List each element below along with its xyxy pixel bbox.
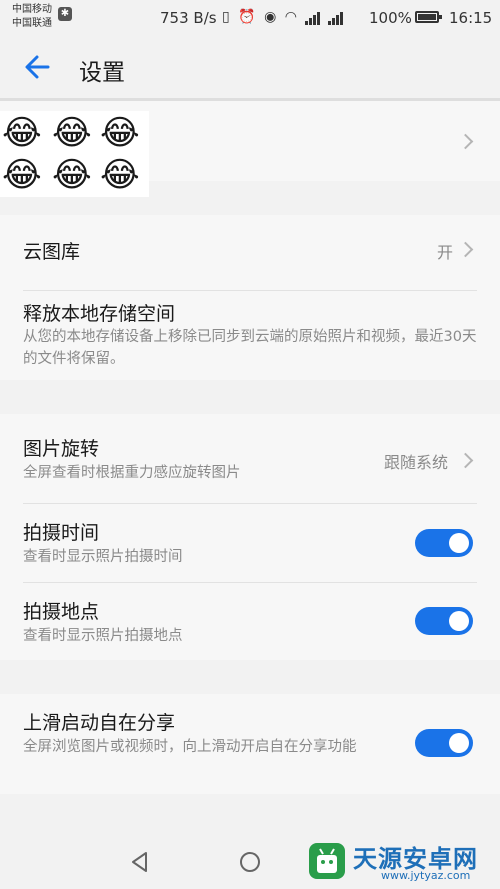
shoot-time-toggle[interactable] <box>415 529 473 557</box>
carrier-2: 中国联通 <box>12 18 52 29</box>
cloud-gallery-value: 开 <box>437 243 454 262</box>
image-rotation-title: 图片旋转 <box>23 438 100 460</box>
image-rotation-value: 跟随系统 <box>384 453 449 472</box>
circle-home-icon[interactable] <box>240 852 260 872</box>
swipe-share-toggle[interactable] <box>415 729 473 757</box>
chevron-right-icon <box>457 133 474 150</box>
avatar: 😂 😂 😂 😂 😂 😂 <box>0 111 149 197</box>
free-storage-description: 从您的本地存储设备上移除已同步到云端的原始照片和视频，最近30天的文件将保留。 <box>23 329 477 367</box>
carrier-1: 中国移动 <box>12 4 52 15</box>
laughing-emoji-icon: 😂 <box>2 113 42 153</box>
network-speed: 753 B/s <box>160 9 217 27</box>
page-title: 设置 <box>79 60 125 86</box>
free-storage-row[interactable]: 释放本地存储空间 从您的本地存储设备上移除已同步到云端的原始照片和视频，最近30… <box>0 291 500 380</box>
cloud-section: 云图库 开 释放本地存储空间 从您的本地存储设备上移除已同步到云端的原始照片和视… <box>0 215 500 380</box>
swipe-share-description: 全屏浏览图片或视频时，向上滑动开启自在分享功能 <box>23 739 357 755</box>
laughing-emoji-icon: 😂 <box>2 155 42 195</box>
arrow-left-icon <box>25 55 50 79</box>
share-section: 上滑启动自在分享 全屏浏览图片或视频时，向上滑动开启自在分享功能 <box>0 694 500 794</box>
image-rotation-row[interactable]: 图片旋转 全屏查看时根据重力感应旋转图片 跟随系统 <box>0 414 500 502</box>
cloud-gallery-row[interactable]: 云图库 开 <box>0 215 500 290</box>
shoot-place-title: 拍摄地点 <box>23 601 100 623</box>
shoot-time-row: 拍摄时间 查看时显示照片拍摄时间 <box>0 504 500 582</box>
shoot-place-description: 查看时显示照片拍摄地点 <box>23 628 183 644</box>
alarm-icon: ⏰ <box>238 9 258 25</box>
battery-icon <box>415 11 442 23</box>
shoot-time-title: 拍摄时间 <box>23 522 100 544</box>
back-button[interactable] <box>18 50 58 84</box>
toggle-knob <box>449 611 469 631</box>
carrier-names: 中国移动 中国联通 <box>12 3 52 31</box>
swipe-share-row: 上滑启动自在分享 全屏浏览图片或视频时，向上滑动开启自在分享功能 <box>0 694 500 794</box>
app-bar: 设置 <box>0 36 500 98</box>
image-rotation-description: 全屏查看时根据重力感应旋转图片 <box>23 465 241 481</box>
chevron-right-icon <box>457 452 474 469</box>
laughing-emoji-icon: 😂 <box>52 155 92 195</box>
status-bar: 中国移动 中国联通 ✱ 753 B/s ▯ ⏰ ◉ ◠ 100% 16:15 <box>0 0 500 36</box>
laughing-emoji-icon: 😂 <box>100 113 140 153</box>
shoot-place-toggle[interactable] <box>415 607 473 635</box>
status-icons: ▯ ⏰ ◉ ◠ <box>222 9 344 25</box>
triangle-back-icon[interactable] <box>130 851 148 873</box>
navigation-bar: 天源安卓网 www.jytyaz.com <box>0 833 500 889</box>
signal-icon-1 <box>305 9 321 25</box>
cloud-gallery-title: 云图库 <box>23 241 81 263</box>
shoot-time-description: 查看时显示照片拍摄时间 <box>23 549 183 565</box>
battery-percent: 100% <box>369 9 412 27</box>
vibrate-icon: ▯ <box>222 9 232 25</box>
wifi-icon: ◠ <box>284 9 299 25</box>
watermark-logo-icon <box>309 843 345 879</box>
shoot-place-row: 拍摄地点 查看时显示照片拍摄地点 <box>0 583 500 660</box>
avatar-row[interactable]: 😂 😂 😂 😂 😂 😂 <box>0 101 500 197</box>
laughing-emoji-icon: 😂 <box>100 155 140 195</box>
toggle-knob <box>449 533 469 553</box>
image-section: 图片旋转 全屏查看时根据重力感应旋转图片 跟随系统 拍摄时间 查看时显示照片拍摄… <box>0 414 500 660</box>
toggle-knob <box>449 733 469 753</box>
chevron-right-icon <box>457 241 474 258</box>
free-storage-title: 释放本地存储空间 <box>23 303 176 325</box>
watermark: 天源安卓网 www.jytyaz.com <box>307 839 497 885</box>
signal-icon-2 <box>327 9 344 25</box>
laughing-emoji-icon: 😂 <box>52 113 92 153</box>
eye-icon: ◉ <box>264 9 279 25</box>
watermark-url: www.jytyaz.com <box>381 869 471 882</box>
notification-icon: ✱ <box>58 7 72 21</box>
clock: 16:15 <box>449 9 493 27</box>
swipe-share-title: 上滑启动自在分享 <box>23 712 176 734</box>
